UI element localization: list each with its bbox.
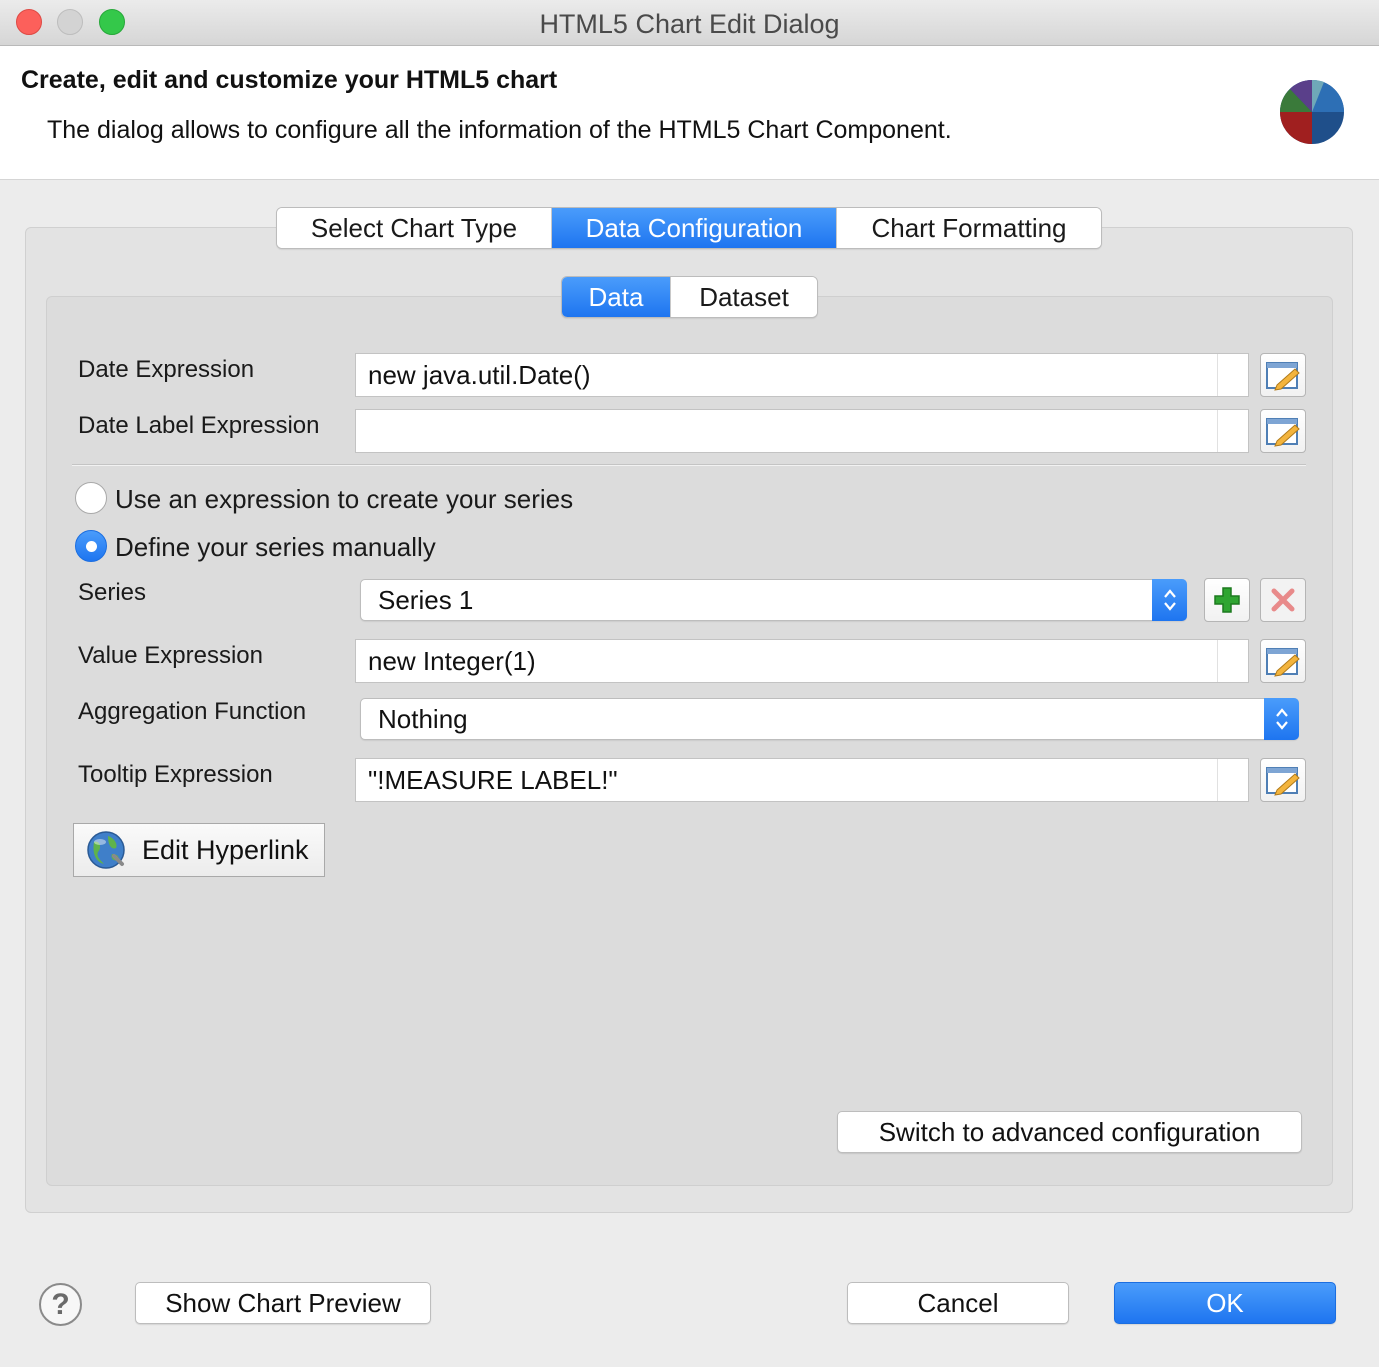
ok-button[interactable]: OK <box>1114 1282 1336 1324</box>
globe-link-icon <box>87 831 125 869</box>
switch-advanced-configuration-button[interactable]: Switch to advanced configuration <box>837 1111 1302 1153</box>
date-expression-edit-button[interactable] <box>1260 353 1306 397</box>
manual-series-label[interactable]: Define your series manually <box>115 532 436 563</box>
edit-hyperlink-label: Edit Hyperlink <box>142 834 309 865</box>
help-button[interactable]: ? <box>39 1283 82 1326</box>
edit-pencil-icon <box>1266 648 1300 677</box>
window-title: HTML5 Chart Edit Dialog <box>539 9 840 39</box>
value-expression-edit-button[interactable] <box>1260 639 1306 683</box>
tooltip-expression-value: "!MEASURE LABEL!" <box>368 764 618 795</box>
edit-pencil-icon <box>1266 418 1300 447</box>
add-series-button[interactable] <box>1204 578 1250 622</box>
delete-series-button[interactable] <box>1260 578 1306 622</box>
aggregation-function-label: Aggregation Function <box>78 698 307 725</box>
dialog-header: Create, edit and customize your HTML5 ch… <box>0 46 1379 180</box>
date-label-expression-label: Date Label Expression <box>78 412 320 439</box>
date-label-expression-input[interactable] <box>355 409 1249 453</box>
edit-pencil-icon <box>1266 362 1300 391</box>
tooltip-expression-label: Tooltip Expression <box>78 761 273 788</box>
plus-icon <box>1214 587 1240 613</box>
edit-hyperlink-button[interactable]: Edit Hyperlink <box>73 823 325 877</box>
value-expression-value: new Integer(1) <box>368 645 536 676</box>
show-chart-preview-button[interactable]: Show Chart Preview <box>135 1282 431 1324</box>
series-select[interactable]: Series 1 <box>360 579 1187 621</box>
select-arrows-icon <box>1152 579 1187 621</box>
tab-dataset[interactable]: Dataset <box>671 277 817 317</box>
header-title: Create, edit and customize your HTML5 ch… <box>21 66 558 94</box>
tooltip-expression-edit-button[interactable] <box>1260 758 1306 802</box>
date-label-expression-edit-button[interactable] <box>1260 409 1306 453</box>
separator <box>72 464 1306 466</box>
expression-series-label[interactable]: Use an expression to create your series <box>115 484 573 515</box>
date-expression-label: Date Expression <box>78 356 255 383</box>
series-select-value: Series 1 <box>378 584 474 615</box>
aggregation-function-select[interactable]: Nothing <box>360 698 1299 740</box>
date-expression-input[interactable]: new java.util.Date() <box>355 353 1249 397</box>
header-description: The dialog allows to configure all the i… <box>47 116 952 144</box>
date-expression-value: new java.util.Date() <box>368 359 591 390</box>
tooltip-expression-input[interactable]: "!MEASURE LABEL!" <box>355 758 1249 802</box>
expression-series-radio[interactable] <box>75 482 107 514</box>
cancel-button[interactable]: Cancel <box>847 1282 1069 1324</box>
dialog-window: HTML5 Chart Edit Dialog Create, edit and… <box>0 0 1379 1367</box>
tab-chart-formatting[interactable]: Chart Formatting <box>837 208 1101 248</box>
tab-select-chart-type[interactable]: Select Chart Type <box>277 208 552 248</box>
value-expression-input[interactable]: new Integer(1) <box>355 639 1249 683</box>
sub-tab-bar: Data Dataset <box>561 276 818 318</box>
pie-chart-icon <box>1280 79 1344 144</box>
tab-data-configuration[interactable]: Data Configuration <box>552 208 837 248</box>
main-tab-bar: Select Chart Type Data Configuration Cha… <box>276 207 1102 249</box>
select-arrows-icon <box>1264 698 1299 740</box>
tab-data[interactable]: Data <box>562 277 671 317</box>
manual-series-radio[interactable] <box>75 530 107 562</box>
question-mark-icon: ? <box>51 1287 70 1321</box>
edit-pencil-icon <box>1266 767 1300 796</box>
aggregation-function-value: Nothing <box>378 703 468 734</box>
series-label: Series <box>78 579 147 606</box>
delete-x-icon <box>1271 588 1295 612</box>
value-expression-label: Value Expression <box>78 642 263 669</box>
title-bar[interactable]: HTML5 Chart Edit Dialog <box>0 0 1379 46</box>
